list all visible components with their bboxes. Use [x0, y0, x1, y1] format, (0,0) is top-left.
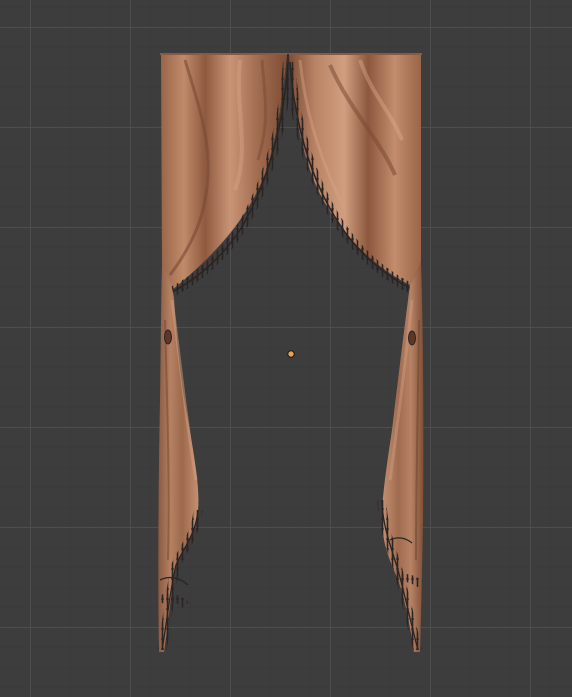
right-top-drape: [285, 55, 421, 293]
3d-viewport[interactable]: [0, 0, 572, 697]
left-side-panel: [157, 265, 203, 652]
object-origin-marker[interactable]: [285, 348, 297, 360]
left-top-drape: [161, 55, 293, 297]
right-side-panel: [377, 262, 424, 652]
